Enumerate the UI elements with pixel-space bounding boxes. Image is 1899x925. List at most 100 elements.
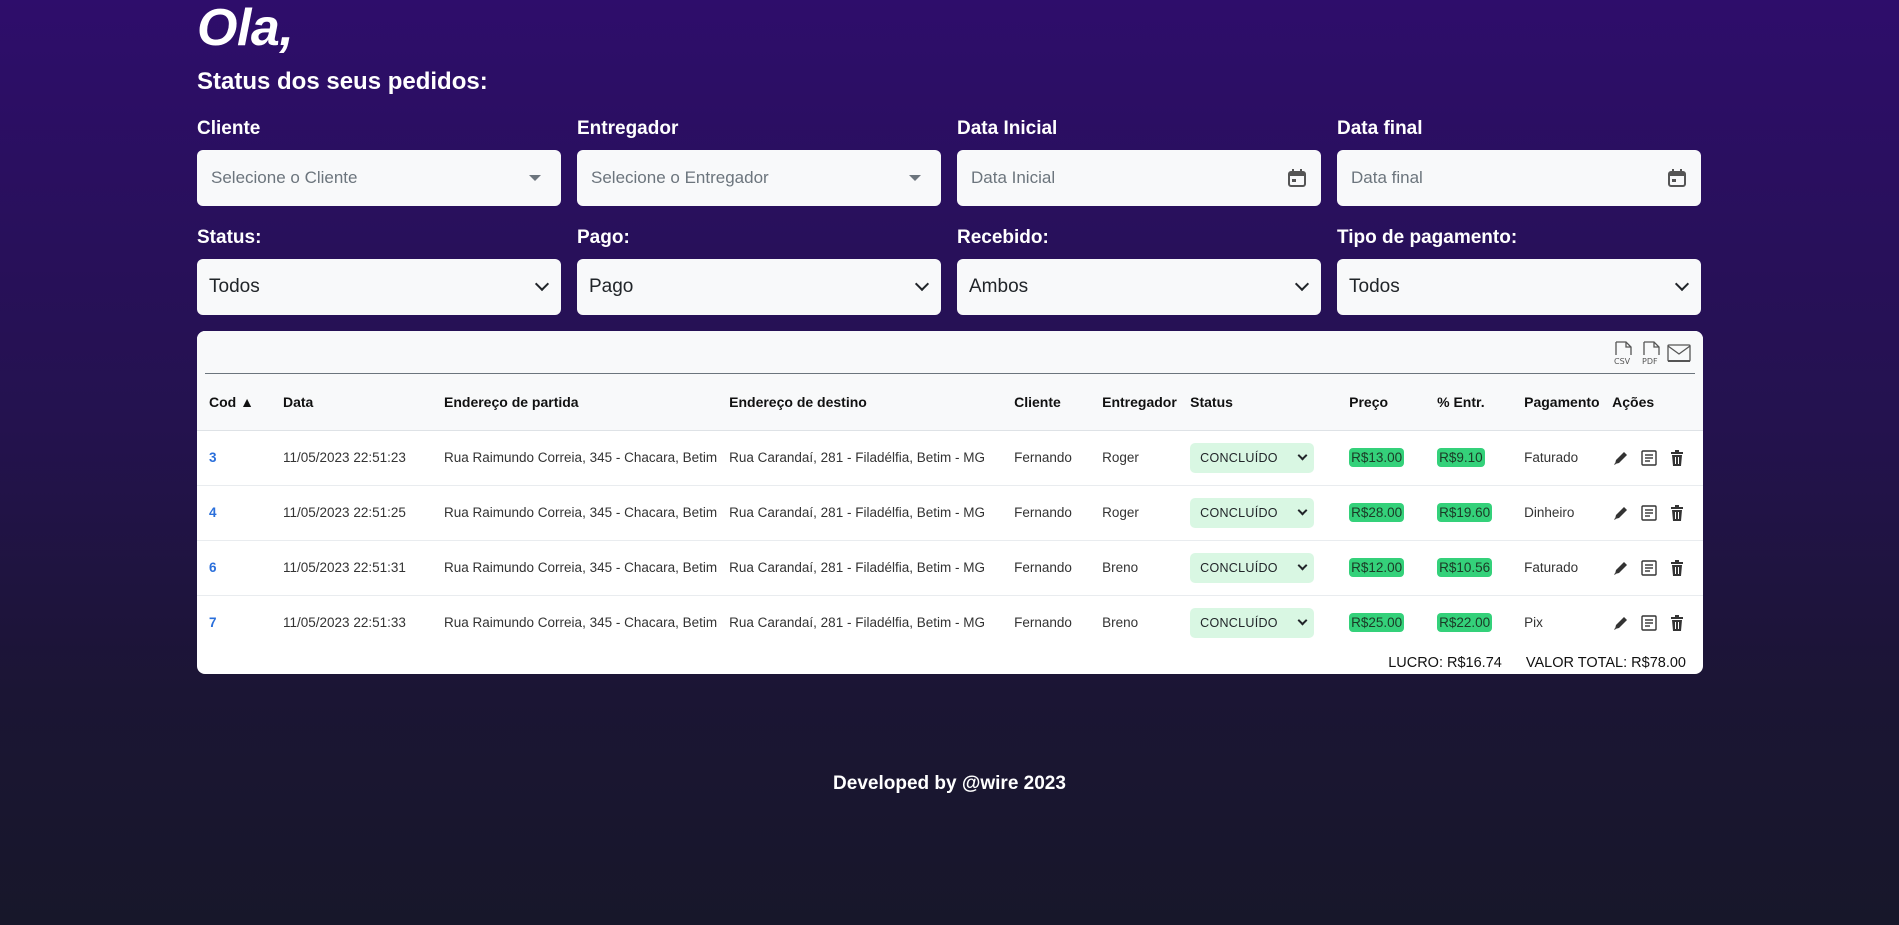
export-pdf-button[interactable]: PDF xyxy=(1641,341,1663,365)
price-badge: R$13.00 xyxy=(1349,448,1405,467)
caret-down-icon xyxy=(529,175,541,181)
filter-tipo-pagamento-label: Tipo de pagamento: xyxy=(1337,227,1518,248)
row-actions xyxy=(1612,504,1703,522)
trash-icon[interactable] xyxy=(1668,614,1686,632)
pencil-icon[interactable] xyxy=(1612,449,1630,467)
status-select[interactable]: Todos xyxy=(197,259,561,315)
chevron-down-icon xyxy=(1297,560,1308,571)
row-status-select[interactable]: CONCLUÍDO xyxy=(1190,552,1315,583)
col-cod[interactable]: Cod ▲ xyxy=(197,374,271,431)
notes-icon[interactable] xyxy=(1640,504,1658,522)
delivery-share-badge: R$9.10 xyxy=(1437,448,1485,467)
chevron-down-icon xyxy=(1294,276,1310,292)
cell-cliente: Fernando xyxy=(1002,485,1091,541)
csv-icon-label: CSV xyxy=(1614,357,1631,365)
calendar-icon[interactable] xyxy=(1287,168,1307,188)
trash-icon[interactable] xyxy=(1668,449,1686,467)
cell-status: CONCLUÍDO xyxy=(1178,595,1337,650)
toolbar-divider xyxy=(205,373,1695,374)
cell-entregador: Breno xyxy=(1090,540,1179,596)
notes-icon[interactable] xyxy=(1640,559,1658,577)
data-inicial-placeholder: Data Inicial xyxy=(971,168,1056,187)
table-row: 7 11/05/2023 22:51:33 Rua Raimundo Corre… xyxy=(197,595,1703,650)
pencil-icon[interactable] xyxy=(1612,559,1630,577)
data-inicial-input[interactable]: Data Inicial xyxy=(957,150,1321,206)
table-row: 6 11/05/2023 22:51:31 Rua Raimundo Corre… xyxy=(197,540,1703,596)
cell-entr: R$9.10 xyxy=(1425,430,1513,486)
filter-status-label: Status: xyxy=(197,227,262,248)
filters-row-1: Cliente Selecione o Cliente Entregador S… xyxy=(197,118,1703,206)
order-code-link[interactable]: 6 xyxy=(209,560,217,575)
orders-panel: CSV PDF Cod ▲ Data Endereço de partida E… xyxy=(197,331,1703,674)
notes-icon[interactable] xyxy=(1640,614,1658,632)
col-cliente[interactable]: Cliente xyxy=(1002,374,1091,431)
cell-cod: 4 xyxy=(197,485,271,541)
cliente-select[interactable]: Selecione o Cliente xyxy=(197,150,561,206)
filter-recebido-label: Recebido: xyxy=(957,227,1049,248)
calendar-icon[interactable] xyxy=(1667,168,1687,188)
filter-pago-label: Pago: xyxy=(577,227,630,248)
cell-status: CONCLUÍDO xyxy=(1178,540,1338,596)
col-entregador[interactable]: Entregador xyxy=(1090,374,1179,431)
export-csv-button[interactable]: CSV xyxy=(1613,341,1635,365)
row-status-select[interactable]: CONCLUÍDO xyxy=(1190,497,1315,528)
row-status-select[interactable]: CONCLUÍDO xyxy=(1190,607,1315,638)
cliente-placeholder: Selecione o Cliente xyxy=(211,168,358,187)
greeting-title: Ola, xyxy=(197,0,294,57)
main-container: Ola, Status dos seus pedidos: Cliente Se… xyxy=(197,0,1703,674)
filter-entregador: Entregador Selecione o Entregador xyxy=(577,118,941,206)
row-status-value: CONCLUÍDO xyxy=(1200,505,1278,520)
col-status[interactable]: Status xyxy=(1178,374,1338,431)
orders-table: Cod ▲ Data Endereço de partida Endereço … xyxy=(197,374,1703,650)
cell-destino: Rua Carandaí, 281 - Filadélfia, Betim - … xyxy=(717,430,1003,486)
export-email-button[interactable] xyxy=(1667,343,1691,363)
filter-tipo-pagamento: Tipo de pagamento: Todos xyxy=(1337,227,1701,315)
entregador-select[interactable]: Selecione o Entregador xyxy=(577,150,941,206)
col-entr[interactable]: % Entr. xyxy=(1425,374,1513,431)
pago-select[interactable]: Pago xyxy=(577,259,941,315)
tipo-pagamento-select[interactable]: Todos xyxy=(1337,259,1701,315)
cell-destino: Rua Carandaí, 281 - Filadélfia, Betim - … xyxy=(717,540,1003,596)
col-pagamento[interactable]: Pagamento xyxy=(1512,374,1601,431)
col-destino[interactable]: Endereço de destino xyxy=(717,374,1003,431)
filter-pago: Pago: Pago xyxy=(577,227,941,315)
row-status-value: CONCLUÍDO xyxy=(1200,560,1278,575)
filter-entregador-label: Entregador xyxy=(577,118,679,139)
filter-cliente-label: Cliente xyxy=(197,118,261,139)
cell-preco: R$25.00 xyxy=(1337,595,1425,650)
table-header-row: Cod ▲ Data Endereço de partida Endereço … xyxy=(197,374,1703,431)
filter-data-final: Data final Data final xyxy=(1337,118,1701,206)
trash-icon[interactable] xyxy=(1668,504,1686,522)
filter-data-inicial: Data Inicial Data Inicial xyxy=(957,118,1321,206)
chevron-down-icon xyxy=(1674,276,1690,292)
cell-cliente: Fernando xyxy=(1002,540,1091,596)
pdf-icon-label: PDF xyxy=(1642,357,1658,365)
tipo-pagamento-select-value: Todos xyxy=(1349,276,1400,297)
col-partida[interactable]: Endereço de partida xyxy=(432,374,718,431)
cell-cod: 6 xyxy=(197,540,271,596)
order-code-link[interactable]: 7 xyxy=(209,615,217,630)
cell-data: 11/05/2023 22:51:31 xyxy=(271,540,432,596)
cell-acoes xyxy=(1600,485,1703,541)
cell-entregador: Roger xyxy=(1090,430,1179,486)
data-final-input[interactable]: Data final xyxy=(1337,150,1701,206)
price-badge: R$12.00 xyxy=(1349,558,1405,577)
recebido-select[interactable]: Ambos xyxy=(957,259,1321,315)
page-subtitle: Status dos seus pedidos: xyxy=(197,68,488,95)
status-select-value: Todos xyxy=(209,276,260,297)
col-preco[interactable]: Preço xyxy=(1337,374,1426,431)
pdf-file-icon: PDF xyxy=(1642,341,1660,365)
cell-pagamento: Dinheiro xyxy=(1512,485,1601,541)
pencil-icon[interactable] xyxy=(1612,504,1630,522)
cell-data: 11/05/2023 22:51:23 xyxy=(271,430,432,486)
notes-icon[interactable] xyxy=(1640,449,1658,467)
pencil-icon[interactable] xyxy=(1612,614,1630,632)
col-data[interactable]: Data xyxy=(271,374,432,431)
row-actions xyxy=(1612,449,1703,467)
row-status-select[interactable]: CONCLUÍDO xyxy=(1190,442,1315,473)
trash-icon[interactable] xyxy=(1668,559,1686,577)
cell-acoes xyxy=(1600,540,1703,596)
order-code-link[interactable]: 3 xyxy=(209,450,217,465)
cell-partida: Rua Raimundo Correia, 345 - Chacara, Bet… xyxy=(432,485,718,541)
order-code-link[interactable]: 4 xyxy=(209,505,217,520)
